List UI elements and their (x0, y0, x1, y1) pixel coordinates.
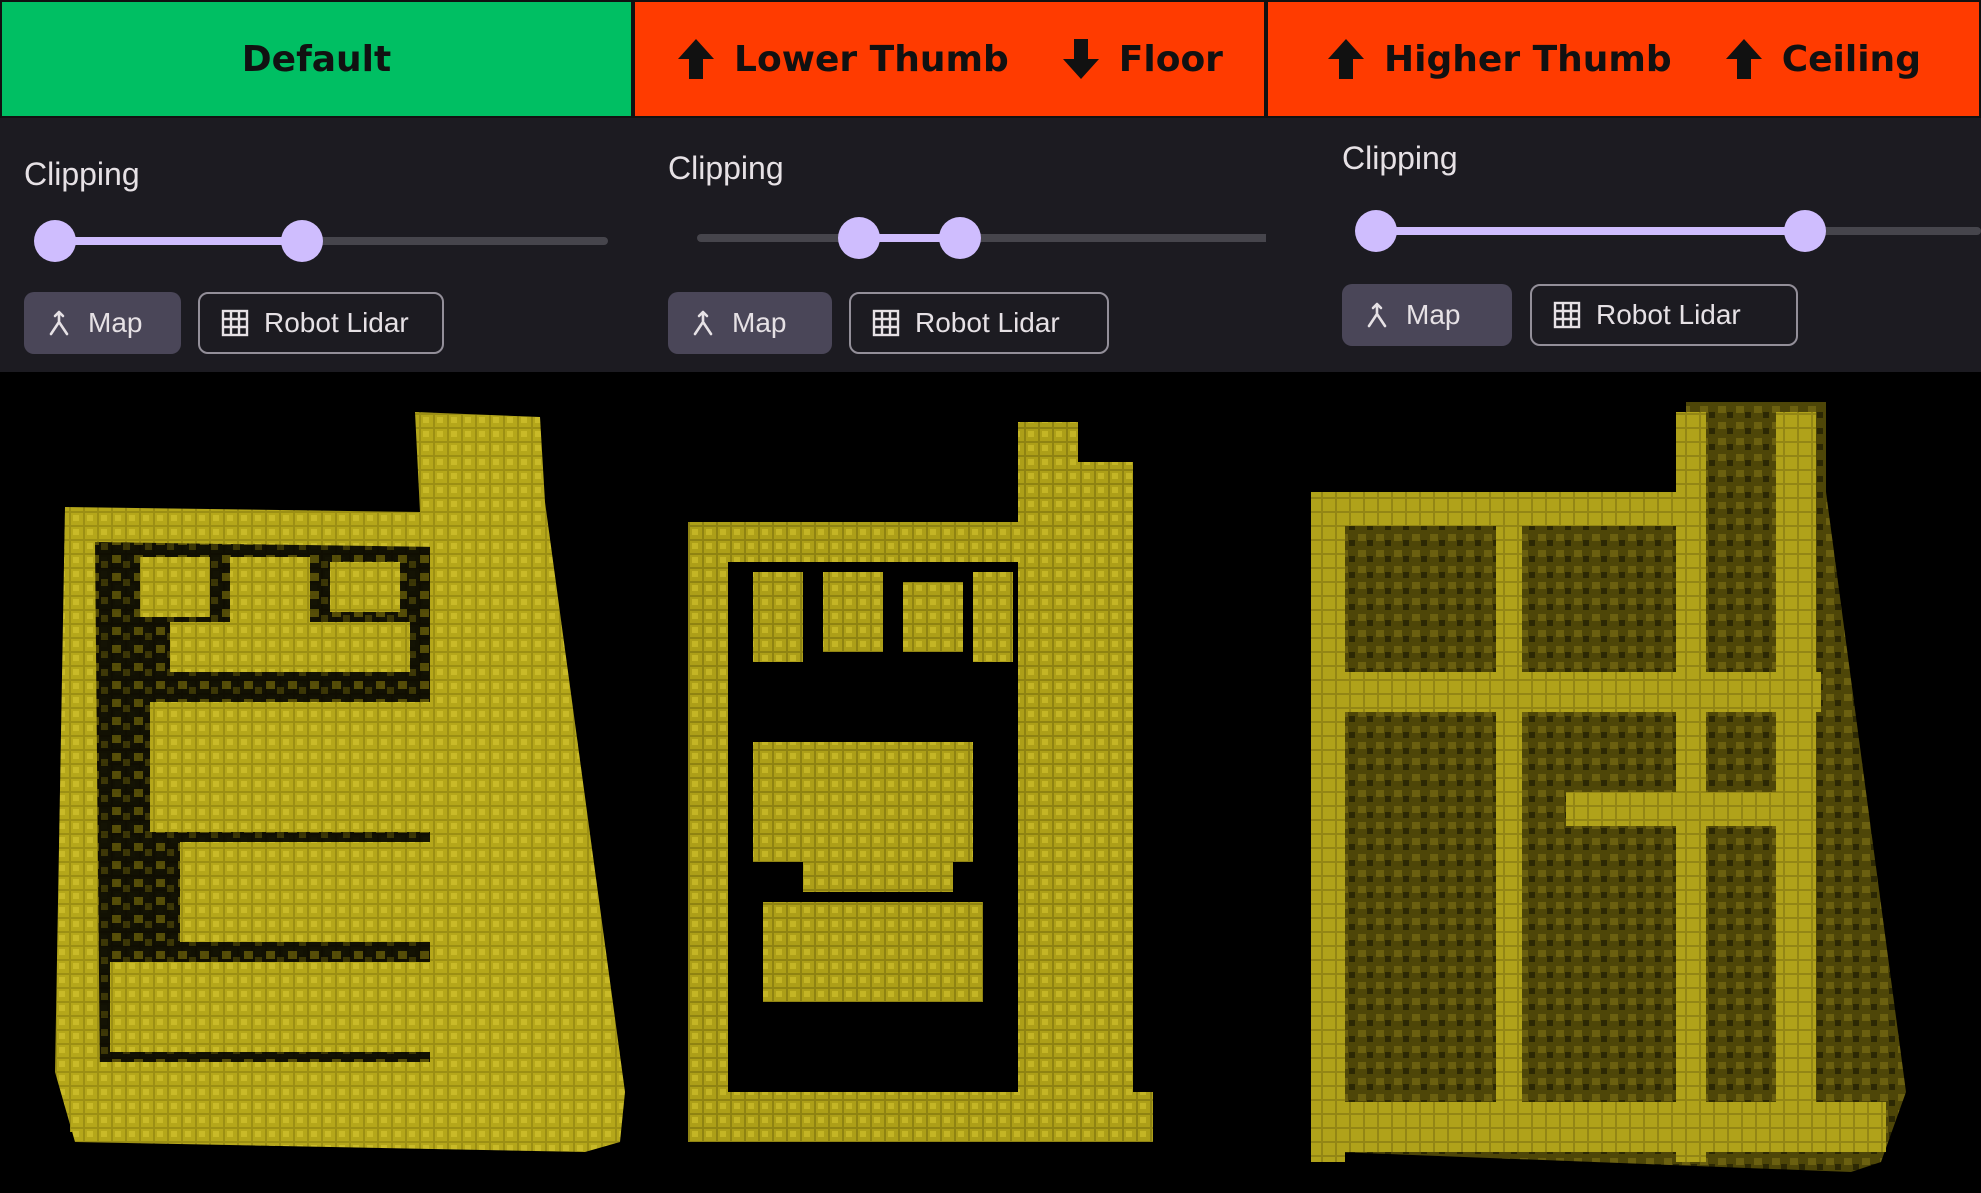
point-cloud-view[interactable] (0, 372, 633, 1193)
clipping-label: Clipping (668, 150, 784, 186)
upper-thumb[interactable] (939, 217, 981, 259)
map-chip-label: Map (732, 307, 787, 338)
header-label: Lower Thumb (734, 38, 1009, 80)
grid-icon (871, 308, 901, 338)
header-label: Ceiling (1781, 38, 1921, 80)
arrow-up-icon (1326, 37, 1366, 81)
map-chip-label: Map (88, 307, 143, 338)
point-cloud-view[interactable] (633, 372, 1266, 1193)
robot-lidar-chip[interactable]: Robot Lidar (1530, 284, 1798, 346)
clipping-slider-track[interactable] (697, 234, 1266, 242)
merge-icon (1362, 300, 1392, 330)
panel-header: Higher Thumb Ceiling (1266, 0, 1981, 118)
arrow-down-icon (1061, 37, 1101, 81)
clipping-control: Clipping Map Robot Lidar (0, 118, 633, 372)
header-label: Floor (1118, 38, 1223, 80)
point-cloud-render (55, 412, 625, 1152)
arrow-up-icon (1724, 37, 1764, 81)
clipping-label: Clipping (1342, 140, 1458, 176)
panel-higher-thumb: Higher Thumb Ceiling Clipping Map Robot … (1266, 0, 1981, 1193)
upper-thumb[interactable] (1784, 210, 1826, 252)
arrow-up-icon (676, 37, 716, 81)
robot-lidar-chip-label: Robot Lidar (915, 307, 1060, 338)
robot-lidar-chip[interactable]: Robot Lidar (198, 292, 444, 354)
lower-thumb[interactable] (34, 220, 76, 262)
header-label: Default (241, 38, 392, 80)
panel-default: Default Clipping Map Robot Lidar (0, 0, 633, 1193)
robot-lidar-chip-label: Robot Lidar (1596, 299, 1741, 330)
panel-header: Lower Thumb Floor (633, 0, 1266, 118)
comparison-figure: Default Clipping Map Robot Lidar Lower T… (0, 0, 1981, 1193)
point-cloud-view[interactable] (1266, 372, 1981, 1193)
clipping-control: Clipping Map Robot Lidar (633, 118, 1266, 372)
upper-thumb[interactable] (281, 220, 323, 262)
robot-lidar-chip-label: Robot Lidar (264, 307, 409, 338)
map-chip[interactable]: Map (668, 292, 832, 354)
robot-lidar-chip[interactable]: Robot Lidar (849, 292, 1109, 354)
grid-icon (220, 308, 250, 338)
clipping-control: Clipping Map Robot Lidar (1266, 118, 1981, 372)
panel-lower-thumb: Lower Thumb Floor Clipping Map Robot Lid… (633, 0, 1266, 1193)
clipping-label: Clipping (24, 156, 140, 192)
lower-thumb[interactable] (1355, 210, 1397, 252)
clipping-slider-active-range (55, 237, 302, 245)
point-cloud-render (1311, 402, 1906, 1172)
merge-icon (688, 308, 718, 338)
map-chip[interactable]: Map (1342, 284, 1512, 346)
map-chip-label: Map (1406, 299, 1461, 330)
clipping-slider-active-range (1376, 227, 1805, 235)
point-cloud-render (688, 422, 1153, 1142)
map-chip[interactable]: Map (24, 292, 181, 354)
grid-icon (1552, 300, 1582, 330)
header-label: Higher Thumb (1384, 38, 1672, 80)
merge-icon (44, 308, 74, 338)
panel-header: Default (0, 0, 633, 118)
lower-thumb[interactable] (838, 217, 880, 259)
